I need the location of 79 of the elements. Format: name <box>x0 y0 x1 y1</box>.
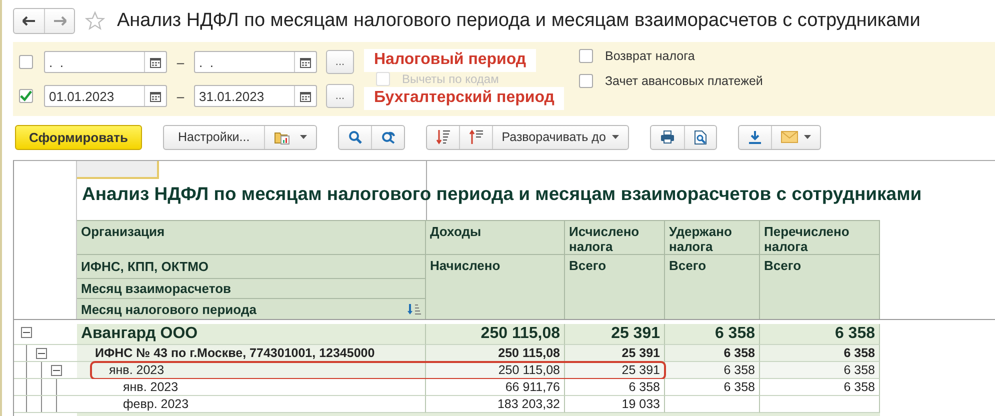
value-cell: 6 358 <box>665 362 760 379</box>
report-title: Анализ НДФЛ по месяцам налогового периода и месяцам взаиморасчетов с сотрудниками <box>82 183 922 205</box>
value-cell: 6 358 <box>760 324 880 345</box>
envelope-icon <box>780 131 798 143</box>
header-cell: Месяц взаиморасчетов <box>77 278 425 298</box>
settings-button[interactable]: Настройки... <box>164 126 264 148</box>
value-cell: 250 115,08 <box>426 324 565 345</box>
date-field[interactable]: . . <box>44 51 167 73</box>
option-label: Зачет авансовых платежей <box>605 74 763 88</box>
date-field[interactable]: 31.01.2023 <box>194 85 317 107</box>
generate-button[interactable]: Сформировать <box>15 124 142 150</box>
value-cell: 6 358 <box>760 362 880 379</box>
caret-icon <box>300 135 307 139</box>
header-cell: Перечислено налога <box>760 220 880 254</box>
caret-icon <box>804 135 811 139</box>
row-label: ИФНС № 43 по г.Москве, 774301001, 12345000 <box>77 345 426 362</box>
collapse-button[interactable] <box>36 348 47 359</box>
header-cell: Всего <box>760 254 880 319</box>
calendar-icon[interactable] <box>300 56 311 68</box>
value-cell: 250 115,08 <box>426 345 565 362</box>
value-cell: 6 358 <box>665 345 760 362</box>
checkbox[interactable] <box>579 49 593 63</box>
sort-ascending-icon <box>468 129 483 145</box>
value-cell: 6 358 <box>760 379 880 396</box>
header-cell: Исчислено налога <box>565 220 665 254</box>
row-label: февр. 2023 <box>77 396 426 413</box>
value-cell: 19 033 <box>565 396 665 413</box>
row-label: Авангард ООО <box>77 324 426 345</box>
search-refresh-icon <box>380 130 395 144</box>
search-icon <box>348 130 362 144</box>
header-cell: Начислено <box>426 254 565 319</box>
annotation-label: Бухгалтерский период <box>364 86 564 110</box>
forward-arrow-icon <box>52 16 66 26</box>
value-cell: 6 358 <box>665 379 760 396</box>
header-cell-text: ИФНС, КПП, ОКТМО <box>80 258 210 276</box>
value-cell: 6 358 <box>665 324 760 345</box>
date-field[interactable]: . . <box>194 51 317 73</box>
minus-icon <box>53 370 60 371</box>
star-icon[interactable] <box>85 11 105 31</box>
dash-label: – <box>176 54 186 70</box>
checkbox[interactable] <box>19 55 33 69</box>
dash-label: – <box>176 88 186 104</box>
back-arrow-icon <box>22 16 36 26</box>
date-field[interactable]: 01.01.2023 <box>44 85 167 107</box>
checkbox[interactable] <box>19 89 33 103</box>
header-cell: Организация <box>77 220 426 254</box>
document-magnifier-icon <box>694 130 707 144</box>
window-title: Анализ НДФЛ по месяцам налогового периода и месяцам взаиморасчетов с сотрудниками <box>117 10 920 32</box>
collapse-button[interactable] <box>51 365 62 376</box>
header-cell: Доходы <box>426 220 565 254</box>
header-cell: Удержано налога <box>665 220 760 254</box>
value-cell: 25 391 <box>565 324 665 345</box>
sort-descending-icon <box>436 129 450 145</box>
expand-dropdown[interactable]: Разворачивать до <box>492 126 628 148</box>
minus-icon <box>38 353 45 354</box>
collapse-button[interactable] <box>21 327 32 338</box>
caret-icon <box>612 135 619 139</box>
annotation-label: Налоговый период <box>364 48 536 72</box>
header-cell: Всего <box>565 254 665 319</box>
calendar-icon[interactable] <box>300 90 311 102</box>
option-label: Возврат налога <box>605 49 695 63</box>
calendar-icon[interactable] <box>150 56 161 68</box>
row-label: янв. 2023 <box>77 379 426 396</box>
value-cell: 66 911,76 <box>426 379 565 396</box>
download-icon <box>748 130 762 144</box>
minus-icon <box>23 332 30 333</box>
period-button[interactable]: ... <box>326 84 354 108</box>
sort-icon[interactable] <box>407 303 421 315</box>
value-cell: 6 358 <box>760 345 880 362</box>
option-label: Вычеты по кодам <box>402 72 499 86</box>
printer-icon <box>660 130 675 144</box>
header-cell: Всего <box>665 254 760 319</box>
period-button[interactable]: ... <box>326 50 354 74</box>
value-cell: 25 391 <box>565 345 665 362</box>
calendar-icon[interactable] <box>150 90 161 102</box>
value-cell: 183 203,32 <box>426 396 565 413</box>
header-cell: Месяц налогового периода <box>81 302 256 316</box>
value-cell: 6 358 <box>565 379 665 396</box>
checkbox[interactable] <box>579 74 593 88</box>
